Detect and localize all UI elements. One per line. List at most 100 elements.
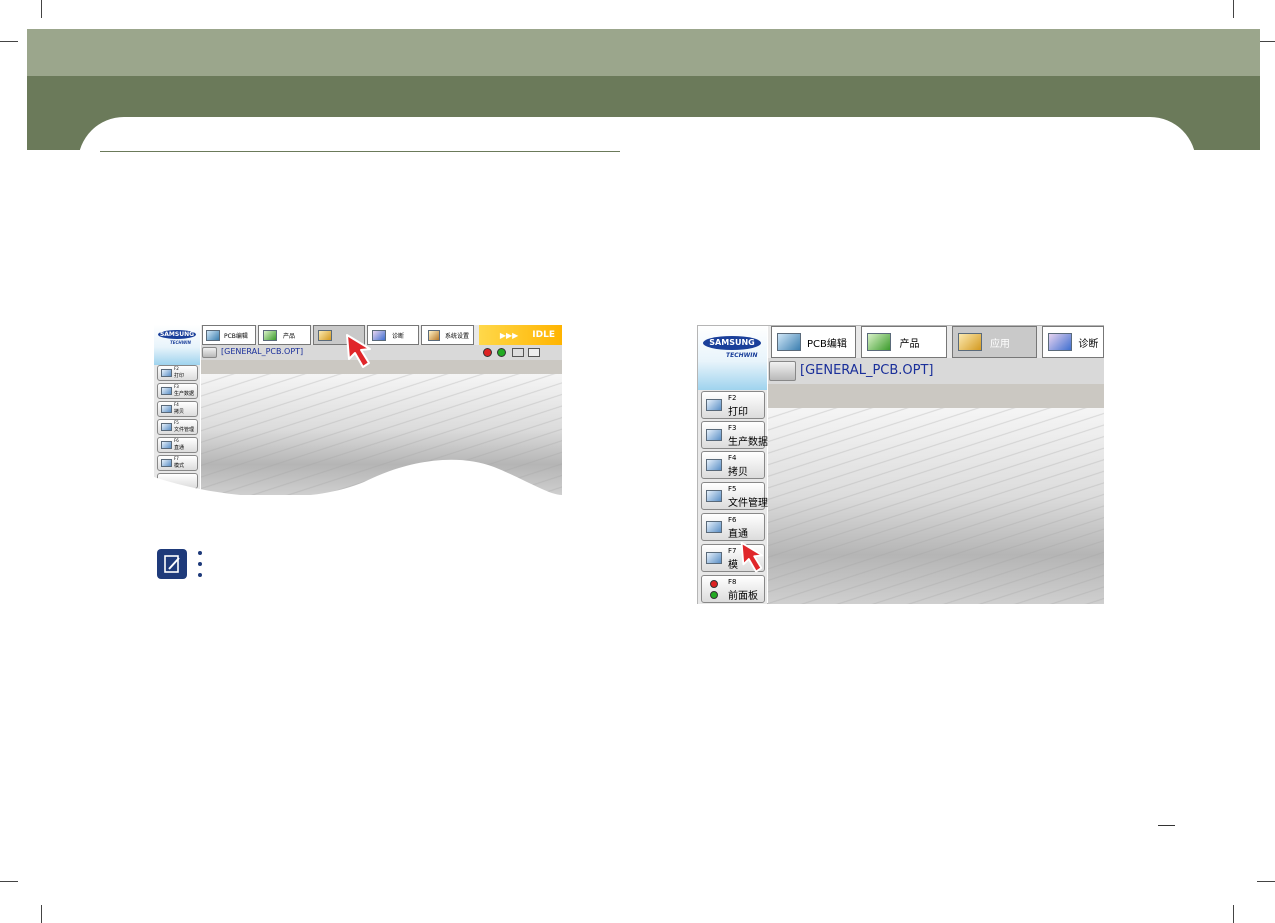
brand-logo: SAMSUNG [703,336,761,350]
printer-icon [706,399,722,411]
section-rule [100,151,620,152]
side-key: F6 [728,516,737,524]
folder-icon [957,333,982,351]
side-name: 生产数据 [728,437,768,448]
red-lamp-icon [710,580,718,588]
note-dot [198,562,202,566]
tab-label: PCB编辑 [807,338,847,350]
side-key: F7 [728,547,737,555]
brand-sub: TECHWIN [170,340,191,345]
crop-mark [1233,905,1234,923]
side-name: 打印 [728,407,748,418]
crop-mark [0,881,18,882]
content-tab [78,117,1196,167]
tab-application[interactable]: 应用 [951,326,1038,358]
file-manager-icon [706,490,722,502]
side-button-print[interactable]: F2 打印 [157,365,198,381]
pcb-icon [206,329,220,341]
side-name: 直通 [728,529,748,540]
brand-logo: SAMSUNG [158,330,196,339]
tab-label: 应用 [989,338,1010,350]
side-name: 生产数据 [174,391,195,397]
file-bar: [GENERAL_PCB.OPT] [768,358,1104,384]
side-button-pass-through[interactable]: F6 直通 [701,513,765,541]
crop-mark [0,41,18,42]
side-key: F4 [174,402,179,407]
side-button-file-manager[interactable]: F5 文件管理 [157,419,198,435]
side-key: F2 [728,394,737,402]
side-button-print[interactable]: F2 打印 [701,391,765,419]
machine-photo [768,408,1104,604]
side-key: F8 [728,578,737,586]
side-key: F4 [728,454,737,462]
side-name: 前面板 [728,591,758,602]
keyboard-icon [512,348,524,357]
side-button-file-manager[interactable]: F5 文件管理 [701,482,768,510]
side-name: 打印 [174,373,185,379]
large-screen: SAMSUNG TECHWIN PCB编辑 产品 应用 诊断 [GENERAL_… [697,325,1105,604]
green-lamp-icon [497,348,506,357]
settings-icon [428,329,440,341]
side-name: 拷贝 [174,409,185,415]
side-key: F3 [728,424,737,432]
tab-label: 诊断 [392,332,405,340]
page-number-mark [1158,825,1175,826]
status-arrows: ▶▶▶ [499,330,519,340]
logo: SAMSUNG TECHWIN [154,325,200,365]
side-button-front-panel[interactable]: F8 前面板 [701,575,765,603]
sub-bar [768,384,1104,408]
side-key: F2 [174,366,179,371]
folder-small-icon [528,348,540,357]
tab-label: 产品 [283,332,296,340]
copy-icon [161,405,172,413]
pcb-icon [777,333,801,351]
file-manager-icon [161,423,172,431]
tab-label: PCB编辑 [224,332,248,340]
tab-label: 诊断 [1078,338,1099,350]
side-button-copy[interactable]: F4 拷贝 [157,401,198,417]
status-text: IDLE [532,330,555,340]
folder-icon [318,329,332,341]
torn-edge [154,459,562,497]
tab-pcb-edit[interactable]: PCB编辑 [202,325,256,345]
tab-pcb-edit[interactable]: PCB编辑 [771,326,857,358]
note-dot [198,573,202,577]
tab-label: 产品 [899,338,920,350]
red-lamp-icon [483,348,492,357]
product-icon [263,329,277,341]
side-button-production-data[interactable]: F3 生产数据 [157,383,198,399]
side-key: F3 [174,384,179,389]
file-name: [GENERAL_PCB.OPT] [800,363,934,378]
brand-sub: TECHWIN [726,352,758,359]
tab-product[interactable]: 产品 [861,326,947,358]
mode-icon [706,552,722,564]
tab-system-settings[interactable]: 系统设置 [421,325,474,345]
checklist-icon [161,387,172,395]
tab-label: 系统设置 [445,332,470,340]
side-button-production-data[interactable]: F3 生产数据 [701,421,768,449]
file-name: [GENERAL_PCB.OPT] [221,347,304,356]
side-name: 文件管理 [174,427,195,433]
note-icon [157,549,187,579]
green-lamp-icon [710,591,718,599]
tab-product[interactable]: 产品 [258,325,311,345]
crop-mark [41,0,42,18]
crop-mark [41,905,42,923]
copy-icon [706,459,722,471]
side-name: 拷贝 [728,467,748,478]
file-button[interactable] [202,347,217,358]
cursor-arrow-icon [740,541,764,573]
side-name: 文件管理 [728,498,768,509]
side-key: F5 [174,420,179,425]
product-icon [867,333,892,351]
tab-diagnostic[interactable]: 诊断 [1042,326,1105,358]
side-name: 模 [728,560,738,571]
file-button[interactable] [769,361,796,381]
side-button-copy[interactable]: F4 拷贝 [701,451,765,479]
crop-mark [1233,0,1234,18]
checklist-icon [706,429,722,441]
main-tabbar: PCB编辑 产品 应用 诊断 [768,326,1105,358]
crop-mark [1257,881,1275,882]
small-screen: SAMSUNG TECHWIN PCB编辑 产品 诊断 系统设置 ▶▶▶ IDL… [154,325,562,497]
printer-icon [161,369,172,377]
